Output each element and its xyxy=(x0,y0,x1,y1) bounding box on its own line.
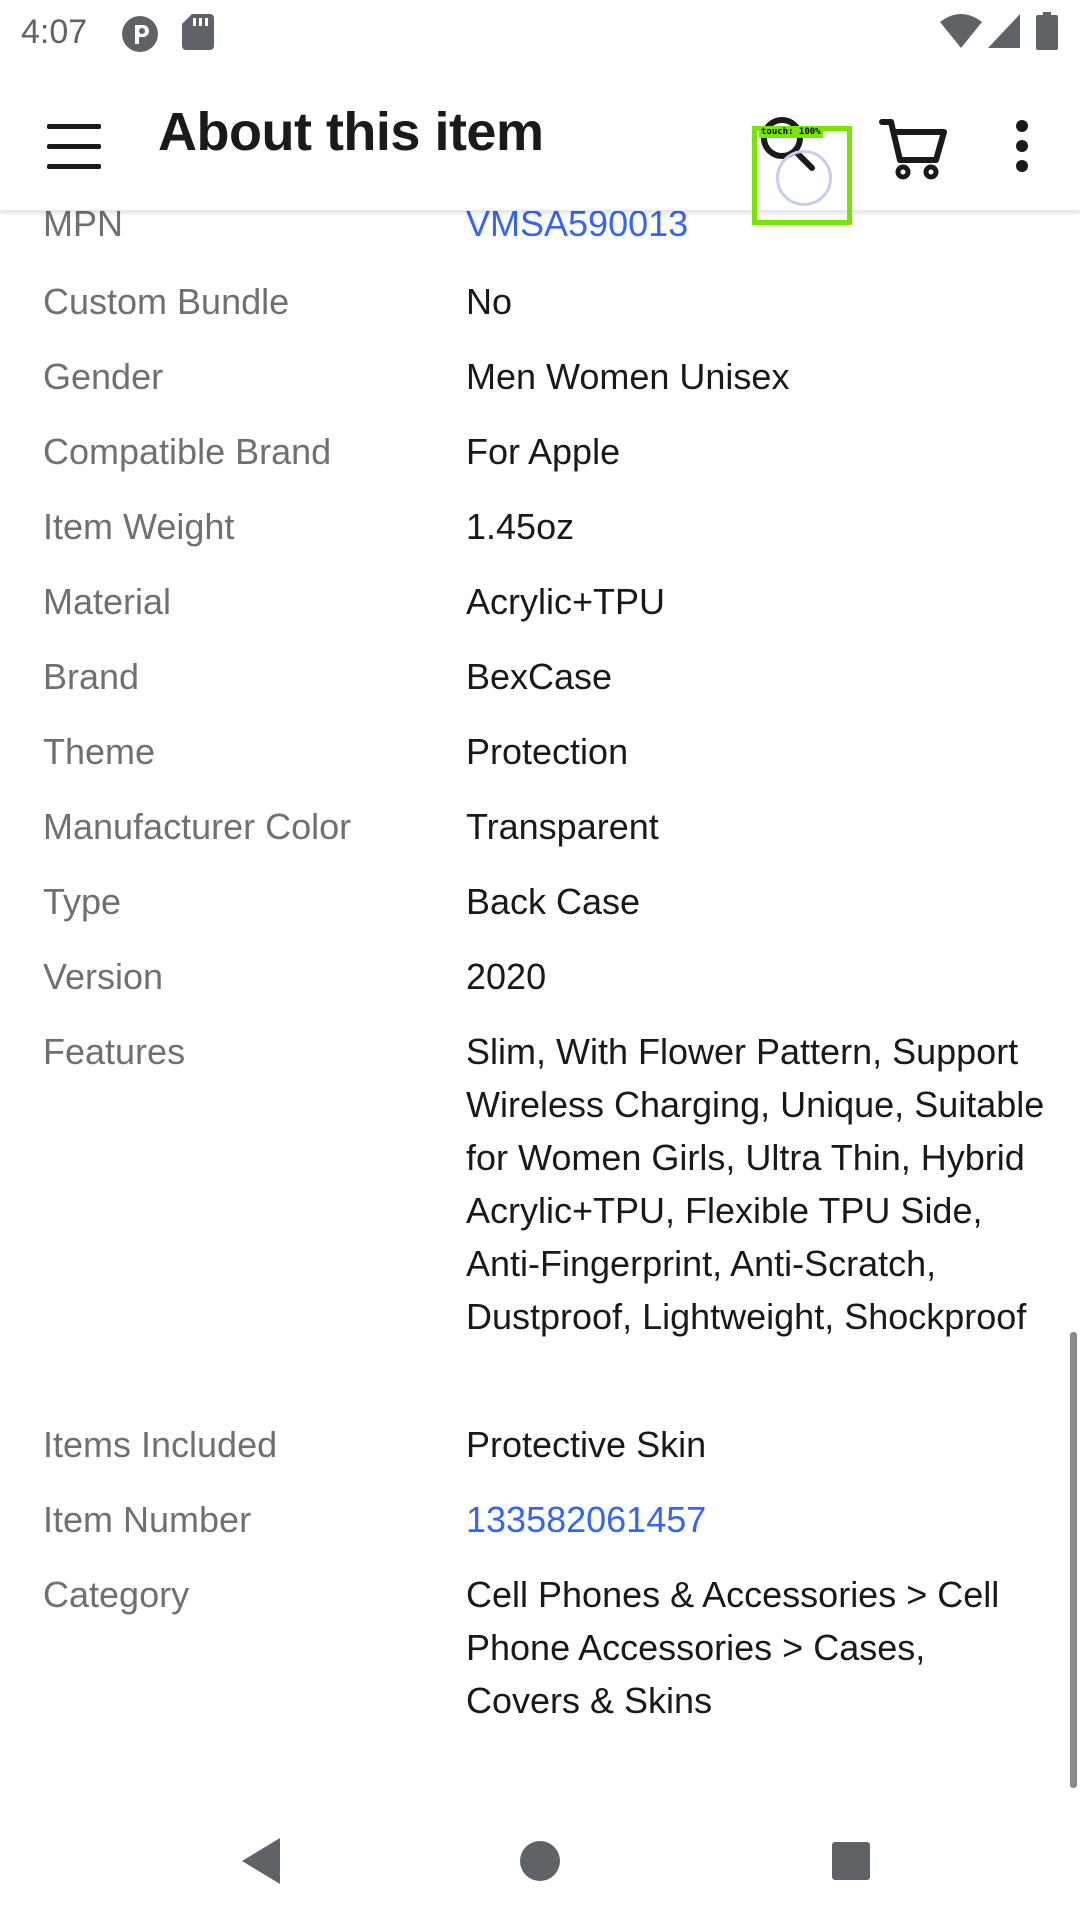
touch-point-circle xyxy=(776,150,832,206)
recents-square-icon xyxy=(832,1842,870,1880)
spec-label: Type xyxy=(43,881,122,922)
cart-button[interactable] xyxy=(868,102,956,190)
back-triangle-icon xyxy=(242,1838,280,1884)
spec-value: 2020 xyxy=(466,956,547,997)
spec-value: Protective Skin xyxy=(466,1424,707,1465)
touch-indicator-label: touch: 100% xyxy=(759,127,823,138)
spec-value: Protection xyxy=(466,731,629,772)
spec-label: Compatible Brand xyxy=(43,431,332,472)
spec-value: Acrylic+TPU xyxy=(466,581,666,622)
hamburger-menu-icon xyxy=(47,124,101,169)
spec-value: No xyxy=(466,281,513,322)
more-options-button[interactable] xyxy=(986,102,1056,190)
status-bar: 4:07 xyxy=(0,0,1080,64)
recents-button[interactable] xyxy=(806,1816,896,1906)
app-bar: About this item xyxy=(0,64,1080,211)
home-button[interactable] xyxy=(495,1816,585,1906)
home-circle-icon xyxy=(520,1841,560,1881)
spec-value: Men Women Unisex xyxy=(466,356,790,397)
spec-label: Item Weight xyxy=(43,506,235,547)
battery-icon xyxy=(1036,12,1058,50)
spec-label: Material xyxy=(43,581,172,622)
spec-label: Theme xyxy=(43,731,156,772)
spec-value: Cell Phones & Accessories > Cell Phone A… xyxy=(466,1574,1000,1721)
wifi-icon xyxy=(940,14,982,48)
spec-label: Custom Bundle xyxy=(43,281,290,322)
spec-value: 1.45oz xyxy=(466,506,575,547)
spec-label: Gender xyxy=(43,356,164,397)
screen: 4:07 MPN VMSA590013 Custom Bundle No Gen… xyxy=(0,0,1080,1920)
back-button[interactable] xyxy=(218,1816,308,1906)
spec-value: Transparent xyxy=(466,806,659,847)
cell-signal-icon xyxy=(988,14,1020,48)
spec-label: Brand xyxy=(43,656,140,697)
page-title: About this item xyxy=(158,102,544,162)
spec-label: Category xyxy=(43,1574,190,1615)
scrollbar-thumb[interactable] xyxy=(1070,1332,1077,1788)
spec-label: Version xyxy=(43,956,164,997)
menu-button[interactable] xyxy=(30,102,118,190)
item-number-link[interactable]: 133582061457 xyxy=(466,1493,1046,1546)
system-nav-bar xyxy=(0,1806,1080,1920)
spec-label: Manufacturer Color xyxy=(43,806,352,847)
spec-value: Back Case xyxy=(466,881,641,922)
spec-label: Features xyxy=(43,1031,186,1072)
spec-value: BexCase xyxy=(466,656,613,697)
spec-label: Items Included xyxy=(43,1424,278,1465)
sd-card-icon xyxy=(182,14,214,50)
cart-icon xyxy=(879,119,947,180)
spec-value: Slim, With Flower Pattern, Support Wirel… xyxy=(466,1031,1045,1337)
spec-label: Item Number xyxy=(43,1499,252,1540)
spec-value: For Apple xyxy=(466,431,621,472)
notification-circle-icon xyxy=(122,16,158,52)
status-time: 4:07 xyxy=(21,13,88,51)
more-vert-icon xyxy=(1016,120,1028,172)
